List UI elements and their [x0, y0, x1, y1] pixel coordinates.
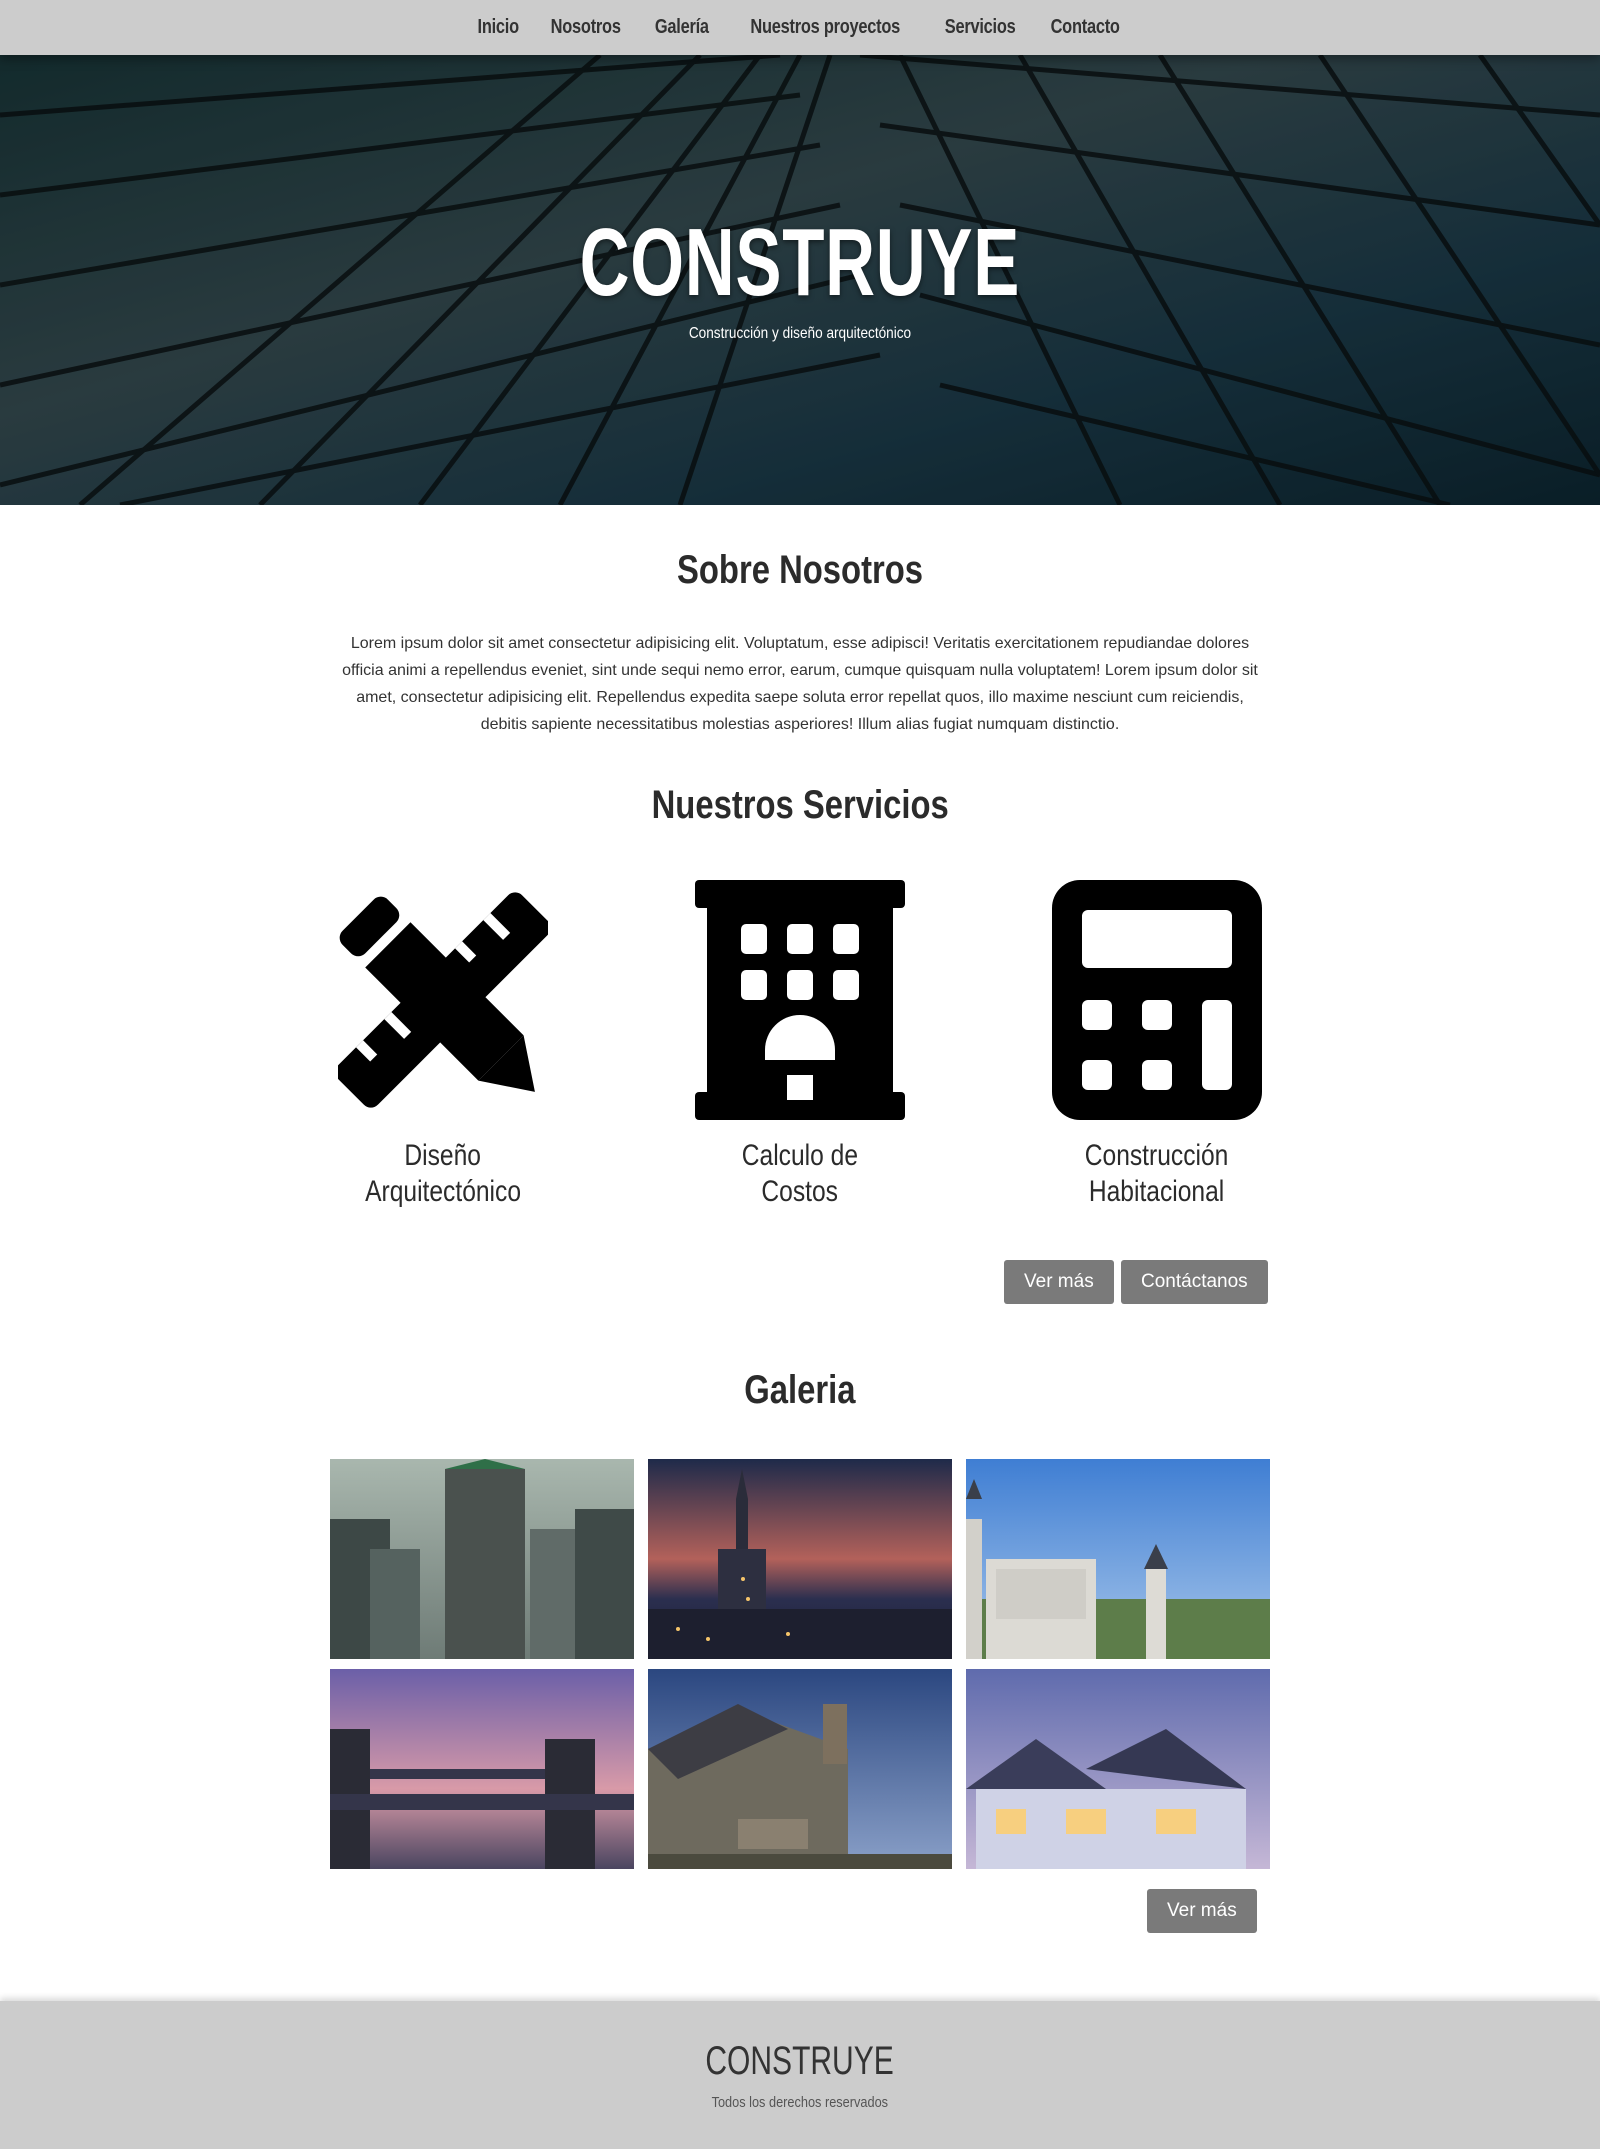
nav-link-proyectos[interactable]: Nuestros proyectos — [751, 16, 901, 39]
services-title: Nuestros Servicios — [651, 783, 949, 827]
service-card-diseno: Diseño Arquitectónico — [328, 880, 558, 1210]
contact-button[interactable]: Contáctanos — [1121, 1260, 1268, 1304]
service-label-line1: Calculo de — [741, 1139, 859, 1172]
gallery-image-castle[interactable] — [966, 1459, 1270, 1659]
gallery-image-tower-bridge[interactable] — [330, 1669, 634, 1869]
service-card-costos: Calculo de Costos — [685, 880, 915, 1210]
gallery-more-button[interactable]: Ver más — [1147, 1889, 1257, 1933]
gallery-image-skyscraper[interactable] — [330, 1459, 634, 1659]
service-card-construccion: Construcción Habitacional — [1042, 880, 1272, 1210]
gallery-image-modern-house[interactable] — [966, 1669, 1270, 1869]
building-icon — [695, 880, 905, 1120]
service-label-line2: Habitacional — [1089, 1175, 1225, 1208]
service-label-line1: Diseño — [404, 1139, 482, 1172]
footer-brand: CONSTRUYE — [705, 2039, 895, 2083]
hero-banner: CONSTRUYE Construcción y diseño arquitec… — [0, 55, 1600, 505]
about-title: Sobre Nosotros — [676, 548, 924, 592]
nav-link-inicio[interactable]: Inicio — [477, 16, 519, 39]
hero-subtitle: Construcción y diseño arquitectónico — [688, 325, 912, 342]
service-label-line2: Costos — [761, 1175, 839, 1208]
nav-link-galeria[interactable]: Galería — [654, 16, 708, 39]
main-nav: Inicio Nosotros Galería Nuestros proyect… — [0, 0, 1600, 55]
gallery-title: Galeria — [744, 1368, 856, 1412]
services-more-button[interactable]: Ver más — [1004, 1260, 1114, 1304]
about-text: Lorem ipsum dolor sit amet consectetur a… — [342, 635, 1258, 733]
nav-link-contacto[interactable]: Contacto — [1051, 16, 1120, 39]
footer-copyright: Todos los derechos reservados — [711, 2094, 889, 2111]
gallery-image-city-night[interactable] — [648, 1459, 952, 1659]
service-label-line1: Construcción — [1085, 1139, 1229, 1172]
footer: CONSTRUYE Todos los derechos reservados — [0, 2001, 1600, 2149]
hero-title: CONSTRUYE — [579, 209, 1021, 316]
calculator-icon — [1052, 880, 1262, 1120]
gallery-image-stone-house[interactable] — [648, 1669, 952, 1869]
service-label-line2: Arquitectónico — [365, 1175, 521, 1208]
nav-link-servicios[interactable]: Servicios — [944, 16, 1015, 39]
pencil-ruler-icon — [338, 892, 548, 1108]
nav-link-nosotros[interactable]: Nosotros — [551, 16, 621, 39]
